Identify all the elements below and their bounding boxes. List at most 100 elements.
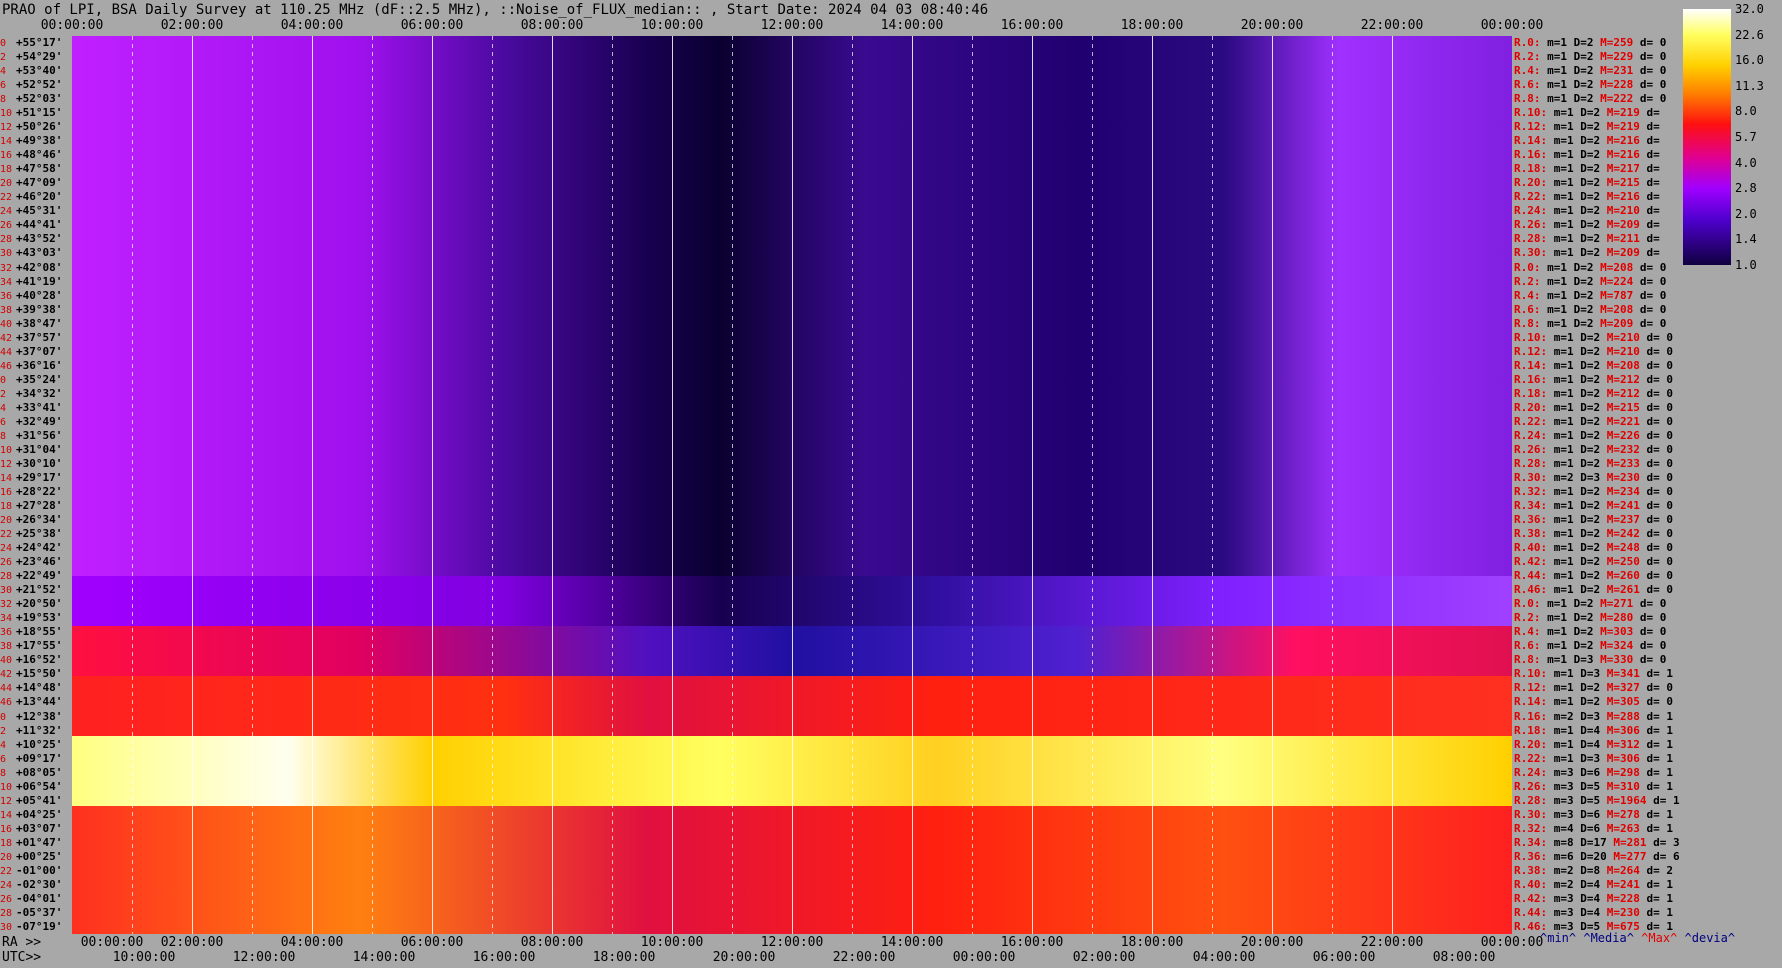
half-hour-gridline xyxy=(732,36,733,934)
stat-beam: R.32: xyxy=(1514,821,1554,835)
spectrogram-plot[interactable] xyxy=(72,36,1512,934)
stat-median: D=4 xyxy=(1580,723,1607,737)
stat-row: R.4: m=1 D=2 M=787 d= 0 xyxy=(1514,289,1666,303)
colorbar-label: 8.0 xyxy=(1735,104,1757,119)
stat-max: M=226 xyxy=(1606,428,1647,442)
stat-beam: R.12: xyxy=(1514,344,1554,358)
row-index: 20 xyxy=(0,178,13,190)
stat-min: m=1 xyxy=(1553,751,1581,765)
declination-value: +46°20' xyxy=(16,190,63,204)
declination-label: 2 +34°32' xyxy=(0,387,72,401)
declination-value: +43°03' xyxy=(16,246,63,260)
stat-dev: d= 0 xyxy=(1639,36,1667,49)
stat-dev: d= 0 xyxy=(1639,611,1667,625)
stat-beam: R.10: xyxy=(1514,330,1554,344)
ra-axis-tick: 22:00:00 xyxy=(1360,935,1424,950)
row-index: 6 xyxy=(0,416,7,428)
row-index: 16 xyxy=(0,487,13,498)
top-time-axis: 00:00:00 02:00:00 04:00:00 06:00:00 08:00:00… xyxy=(0,18,1544,36)
stat-max: M=303 xyxy=(1600,625,1640,639)
stat-beam: R.42: xyxy=(1514,555,1554,569)
stat-dev: d= xyxy=(1646,246,1660,260)
stat-dev: d= 0 xyxy=(1646,513,1674,527)
colorbar xyxy=(1683,9,1731,265)
stat-min: m=1 xyxy=(1547,653,1574,667)
declination-value: +55°17' xyxy=(16,36,63,49)
stat-row: R.26: m=1 D=2 M=232 d= 0 xyxy=(1514,443,1673,457)
stat-max: M=787 xyxy=(1600,288,1640,302)
stat-row: R.20: m=1 D=2 M=215 d= xyxy=(1514,176,1660,190)
stat-dev: d= 0 xyxy=(1646,400,1674,414)
stat-min: m=4 xyxy=(1553,821,1581,835)
stat-beam: R.2: xyxy=(1514,50,1548,64)
stat-row: R.42: m=3 D=4 M=228 d= 1 xyxy=(1514,892,1673,906)
stat-beam: R.34: xyxy=(1514,835,1554,849)
stat-median: D=2 xyxy=(1580,344,1607,358)
declination-label: 6 +52°52' xyxy=(0,78,72,92)
stat-row: R.34: m=1 D=2 M=241 d= 0 xyxy=(1514,499,1673,513)
declination-label: 12 +30°10' xyxy=(0,457,72,471)
stat-beam: R.28: xyxy=(1514,456,1554,470)
stat-row: R.2: m=1 D=2 M=229 d= 0 xyxy=(1514,50,1666,64)
row-index: 14 xyxy=(0,472,13,484)
stat-beam: R.14: xyxy=(1514,358,1554,372)
stat-dev: d= 0 xyxy=(1639,92,1667,106)
stat-min: m=1 xyxy=(1553,583,1581,597)
declination-label: 0 +55°17' xyxy=(0,36,72,50)
stat-row: R.16: m=1 D=2 M=216 d= xyxy=(1514,148,1660,162)
legend-devia: ^devia^ xyxy=(1684,931,1736,945)
stat-max: M=209 xyxy=(1606,218,1647,232)
stat-beam: R.26: xyxy=(1514,779,1554,793)
declination-value: -01°00' xyxy=(16,863,63,877)
declination-value: +52°03' xyxy=(16,92,63,106)
stat-row: R.14: m=1 D=2 M=216 d= xyxy=(1514,134,1660,148)
stat-max: M=305 xyxy=(1606,695,1647,709)
hour-gridline xyxy=(672,36,673,934)
stat-row: R.8: m=1 D=2 M=209 d= 0 xyxy=(1514,317,1666,331)
declination-value: +12°38' xyxy=(16,709,63,723)
declination-value: +15°50' xyxy=(16,667,63,681)
stat-row: R.12: m=1 D=2 M=210 d= 0 xyxy=(1514,345,1673,359)
declination-value: +37°07' xyxy=(16,344,63,358)
stat-dev: d= 3 xyxy=(1653,835,1680,849)
declination-value: +38°47' xyxy=(16,316,63,330)
stat-max: M=212 xyxy=(1606,372,1647,386)
stat-beam: R.38: xyxy=(1514,863,1554,877)
stat-row: R.0: m=1 D=2 M=271 d= 0 xyxy=(1514,597,1666,611)
stat-max: M=248 xyxy=(1606,541,1647,555)
half-hour-gridline xyxy=(972,36,973,934)
stat-min: m=1 xyxy=(1553,246,1581,260)
stat-median: D=2 xyxy=(1573,50,1601,64)
half-hour-gridline xyxy=(852,36,853,934)
stat-dev: d= 0 xyxy=(1639,274,1667,288)
declination-value: +52°52' xyxy=(16,78,63,92)
stat-dev: d= 0 xyxy=(1639,260,1667,274)
stat-dev: d= xyxy=(1646,148,1660,162)
stat-dev: d= 1 xyxy=(1646,891,1674,905)
row-index: 24 xyxy=(0,879,13,891)
row-index: 44 xyxy=(0,346,13,358)
row-index: 18 xyxy=(0,837,13,849)
stat-min: m=1 xyxy=(1553,232,1581,246)
stat-dev: d= 1 xyxy=(1646,723,1674,737)
stat-beam: R.24: xyxy=(1514,765,1554,779)
stat-row: R.46: m=1 D=2 M=261 d= 0 xyxy=(1514,583,1673,597)
row-index: 12 xyxy=(0,795,13,807)
stat-row: R.10: m=1 D=2 M=219 d= xyxy=(1514,106,1660,120)
stat-min: m=1 xyxy=(1553,330,1581,344)
declination-label: 18 +01°47' xyxy=(0,836,72,850)
stat-max: M=341 xyxy=(1606,667,1647,681)
declination-label: 6 +32°49' xyxy=(0,415,72,429)
stat-median: D=2 xyxy=(1573,302,1601,316)
stat-dev: d= 0 xyxy=(1646,428,1674,442)
row-index: 10 xyxy=(0,444,13,456)
stat-min: m=2 xyxy=(1553,470,1581,484)
stat-row: R.40: m=1 D=2 M=248 d= 0 xyxy=(1514,541,1673,555)
stat-row: R.36: m=6 D=20 M=277 d= 6 xyxy=(1514,850,1680,864)
stat-min: m=1 xyxy=(1553,204,1581,218)
declination-value: +49°38' xyxy=(16,134,63,148)
stat-median: D=2 xyxy=(1573,316,1601,330)
stat-row: R.26: m=3 D=5 M=310 d= 1 xyxy=(1514,780,1673,794)
stat-max: M=237 xyxy=(1606,513,1647,527)
stat-row: R.6: m=1 D=2 M=228 d= 0 xyxy=(1514,78,1666,92)
